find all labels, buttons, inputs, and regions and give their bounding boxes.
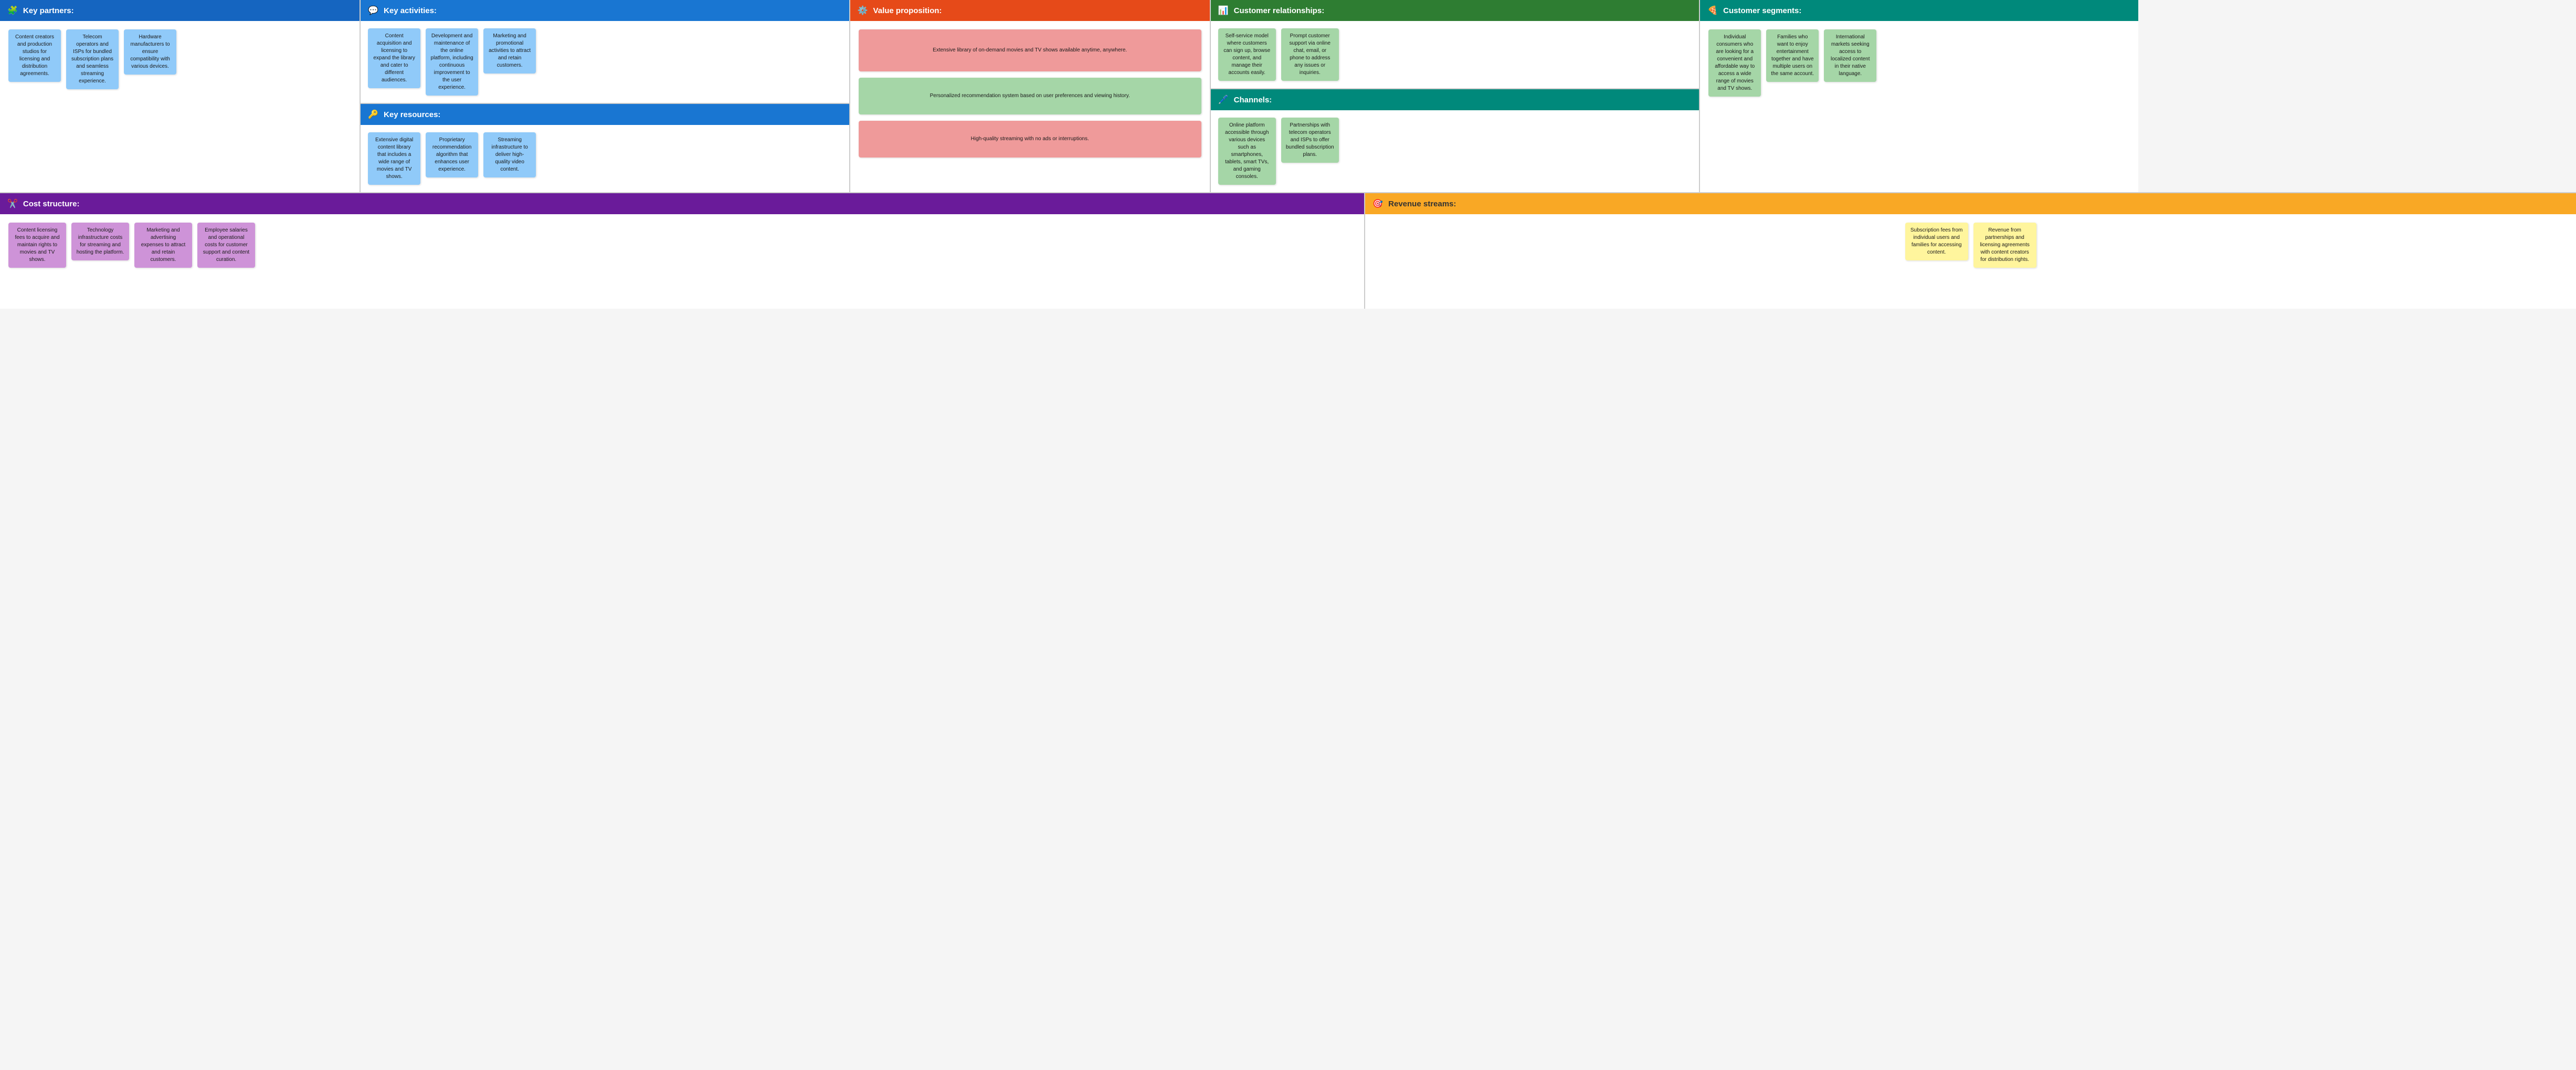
list-item: Subscription fees from individual users …	[1905, 223, 1968, 260]
key-resources-section: 🔑 Key resources: Extensive digital conte…	[361, 103, 849, 192]
list-item: Technology infrastructure costs for stre…	[71, 223, 129, 260]
customer-segments-body: Individual consumers who are looking for…	[1700, 21, 2138, 192]
customer-segments-column: 🍕 Customer segments: Individual consumer…	[1700, 0, 2138, 192]
list-item: Families who want to enjoy entertainment…	[1766, 29, 1819, 82]
list-item: Development and maintenance of the onlin…	[426, 28, 478, 96]
list-item: Employee salaries and operational costs …	[197, 223, 255, 268]
business-model-canvas: 🧩 Key partners: Content creators and pro…	[0, 0, 2576, 1070]
customer-relationships-title: Customer relationships:	[1234, 6, 1325, 15]
customer-segments-icon: 🍕	[1707, 5, 1718, 16]
list-item: High-quality streaming with no ads or in…	[859, 121, 1201, 158]
channels-header: 🖊️ Channels:	[1211, 89, 1699, 110]
revenue-streams-header: 🎯 Revenue streams:	[1365, 193, 2576, 214]
value-proposition-title: Value proposition:	[873, 6, 942, 15]
value-proposition-body: Extensive library of on-demand movies an…	[850, 21, 1210, 192]
cost-structure-header: ✂️ Cost structure:	[0, 193, 1364, 214]
key-activities-body: Content acquisition and licensing to exp…	[361, 21, 849, 103]
channels-section: 🖊️ Channels: Online platform accessible …	[1211, 88, 1699, 192]
list-item: Telecom operators and ISPs for bundled s…	[66, 29, 119, 89]
cost-structure-body: Content licensing fees to acquire and ma…	[0, 214, 1364, 309]
key-resources-header: 🔑 Key resources:	[361, 104, 849, 125]
key-resources-body: Extensive digital content library that i…	[361, 125, 849, 192]
list-item: Partnerships with telecom operators and …	[1281, 118, 1339, 163]
list-item: Proprietary recommendation algorithm tha…	[426, 132, 478, 177]
key-partners-title: Key partners:	[23, 6, 74, 15]
list-item: Individual consumers who are looking for…	[1708, 29, 1761, 97]
channels-icon: 🖊️	[1218, 95, 1229, 105]
value-proposition-icon: ⚙️	[858, 5, 868, 16]
customer-relationships-column: 📊 Customer relationships: Self-service m…	[1211, 0, 1701, 192]
bottom-section: ✂️ Cost structure: Content licensing fee…	[0, 193, 2576, 309]
key-activities-inner: 💬 Key activities: Content acquisition an…	[361, 0, 849, 192]
cost-structure-title: Cost structure:	[23, 200, 80, 208]
key-partners-icon: 🧩	[7, 5, 18, 16]
revenue-streams-column: 🎯 Revenue streams: Subscription fees fro…	[1365, 193, 2576, 309]
key-partners-header: 🧩 Key partners:	[0, 0, 360, 21]
list-item: Streaming infrastructure to deliver high…	[483, 132, 536, 177]
key-activities-title: Key activities:	[384, 6, 437, 15]
cost-structure-column: ✂️ Cost structure: Content licensing fee…	[0, 193, 1365, 309]
customer-relationships-header: 📊 Customer relationships:	[1211, 0, 1699, 21]
cost-structure-icon: ✂️	[7, 198, 18, 209]
customer-relationships-inner: 📊 Customer relationships: Self-service m…	[1211, 0, 1699, 192]
top-section: 🧩 Key partners: Content creators and pro…	[0, 0, 2576, 193]
customer-segments-header: 🍕 Customer segments:	[1700, 0, 2138, 21]
list-item: Extensive digital content library that i…	[368, 132, 420, 185]
revenue-streams-title: Revenue streams:	[1388, 200, 1456, 208]
revenue-streams-body: Subscription fees from individual users …	[1365, 214, 2576, 309]
list-item: Extensive library of on-demand movies an…	[859, 29, 1201, 71]
list-item: Content creators and production studios …	[8, 29, 61, 82]
list-item: Hardware manufacturers to ensure compati…	[124, 29, 176, 75]
value-proposition-column: ⚙️ Value proposition: Extensive library …	[850, 0, 1211, 192]
revenue-streams-icon: 🎯	[1373, 198, 1383, 209]
channels-title: Channels:	[1234, 96, 1272, 104]
list-item: Marketing and promotional activities to …	[483, 28, 536, 74]
key-partners-column: 🧩 Key partners: Content creators and pro…	[0, 0, 361, 192]
customer-relationships-icon: 📊	[1218, 5, 1229, 16]
customer-segments-title: Customer segments:	[1723, 6, 1801, 15]
customer-relationships-body: Self-service model where customers can s…	[1211, 21, 1699, 88]
list-item: Content licensing fees to acquire and ma…	[8, 223, 66, 268]
list-item: Personalized recommendation system based…	[859, 78, 1201, 114]
key-partners-body: Content creators and production studios …	[0, 21, 360, 192]
key-resources-title: Key resources:	[384, 110, 440, 119]
list-item: Content acquisition and licensing to exp…	[368, 28, 420, 88]
key-activities-column: 💬 Key activities: Content acquisition an…	[361, 0, 850, 192]
channels-body: Online platform accessible through vario…	[1211, 110, 1699, 192]
list-item: Online platform accessible through vario…	[1218, 118, 1276, 185]
list-item: Marketing and advertising expenses to at…	[134, 223, 192, 268]
key-activities-icon: 💬	[368, 5, 378, 16]
list-item: Revenue from partnerships and licensing …	[1973, 223, 2036, 268]
value-proposition-header: ⚙️ Value proposition:	[850, 0, 1210, 21]
list-item: International markets seeking access to …	[1824, 29, 1876, 82]
list-item: Self-service model where customers can s…	[1218, 28, 1276, 81]
key-activities-header: 💬 Key activities:	[361, 0, 849, 21]
list-item: Prompt customer support via online chat,…	[1281, 28, 1339, 81]
key-resources-icon: 🔑	[368, 109, 378, 120]
